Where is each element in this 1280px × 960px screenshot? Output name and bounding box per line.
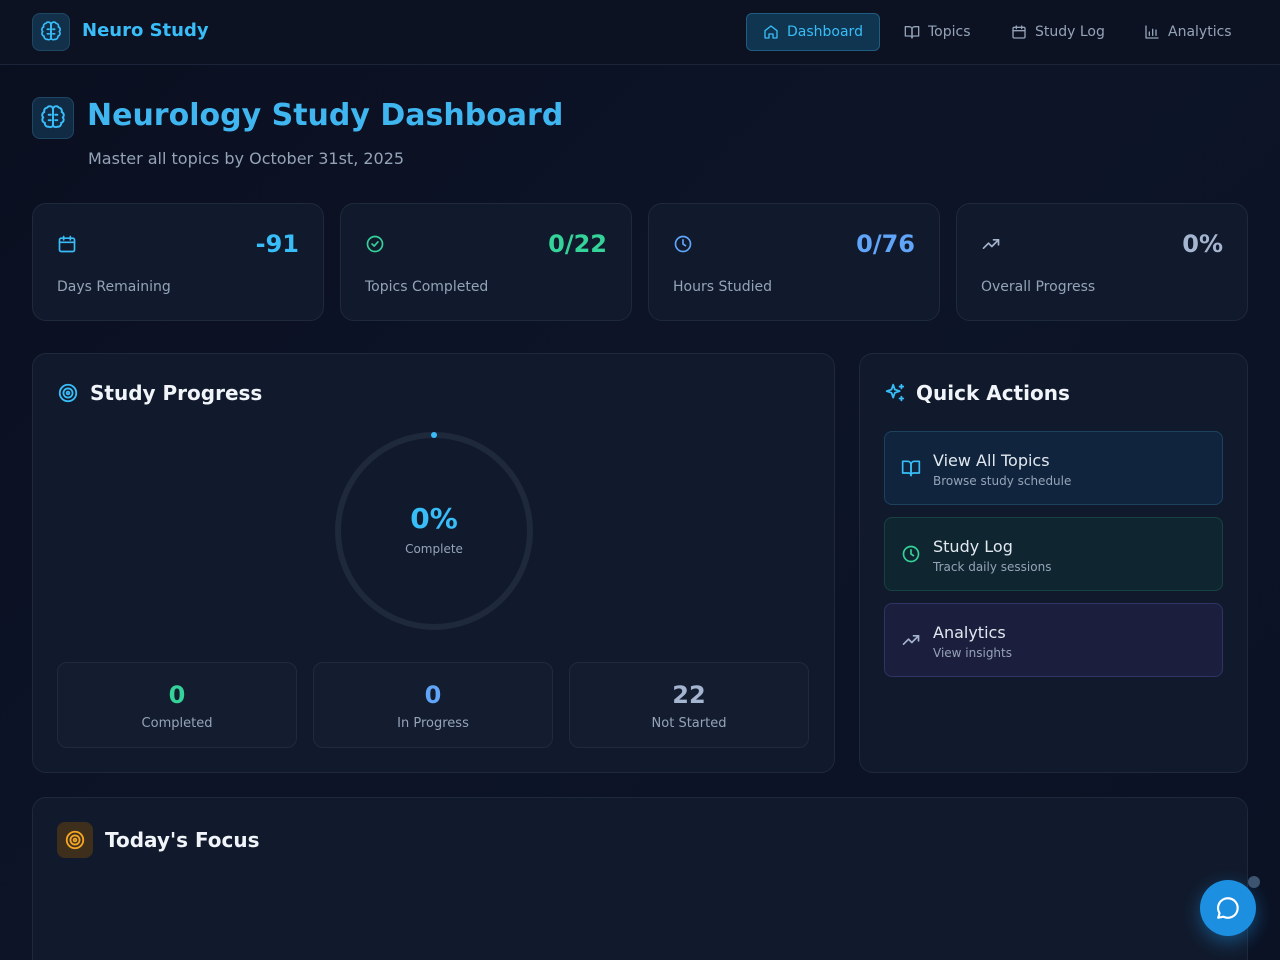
check-circle-icon [366, 235, 384, 253]
chat-bubble-icon [1216, 897, 1239, 919]
brain-icon [32, 97, 74, 139]
stat-card-overall-progress: 0% Overall Progress [956, 203, 1248, 321]
quick-actions-panel: Quick Actions View All Topics Browse stu… [859, 353, 1248, 773]
page-title: Neurology Study Dashboard [87, 98, 564, 133]
stat-value: 0/76 [856, 230, 915, 258]
nav-topics[interactable]: Topics [888, 13, 987, 51]
count-not-started: 22 Not Started [569, 662, 809, 748]
target-icon [57, 822, 93, 858]
sparkles-icon [885, 383, 905, 402]
quick-action-title: View All Topics [933, 451, 1050, 470]
bar-chart-icon [1145, 25, 1159, 39]
quick-action-analytics[interactable]: Analytics View insights [884, 603, 1223, 677]
count-label: Not Started [651, 716, 727, 731]
top-nav: Neuro Study Dashboard Topics Study Log A… [0, 0, 1280, 65]
panel-title: Today's Focus [105, 828, 260, 852]
quick-action-title: Analytics [933, 623, 1006, 642]
nav-label: Topics [928, 24, 971, 40]
count-in-progress: 0 In Progress [313, 662, 553, 748]
stat-label: Days Remaining [57, 279, 171, 295]
stat-label: Topics Completed [365, 279, 489, 295]
quick-action-subtitle: View insights [933, 646, 1012, 660]
panel-title: Study Progress [90, 381, 263, 405]
nav-analytics[interactable]: Analytics [1128, 13, 1248, 51]
brain-icon[interactable] [32, 13, 70, 51]
count-value: 0 [168, 681, 186, 709]
nav-study-log[interactable]: Study Log [995, 13, 1121, 51]
stat-value: 0/22 [548, 230, 607, 258]
book-open-icon [904, 26, 920, 39]
study-progress-panel: Study Progress 0% Complete 0 Completed 0… [32, 353, 835, 773]
page-subtitle: Master all topics by October 31st, 2025 [88, 149, 405, 168]
target-icon [58, 383, 78, 403]
count-label: Completed [141, 716, 213, 731]
todays-focus-panel: Today's Focus [32, 797, 1248, 960]
home-icon [764, 25, 778, 39]
progress-ring: 0% Complete [333, 430, 535, 632]
nav-label: Analytics [1168, 24, 1232, 40]
book-open-icon [901, 460, 921, 477]
quick-action-title: Study Log [933, 537, 1013, 556]
nav-label: Dashboard [787, 24, 863, 40]
clock-icon [674, 235, 692, 253]
count-completed: 0 Completed [57, 662, 297, 748]
quick-action-subtitle: Browse study schedule [933, 474, 1072, 488]
stat-label: Overall Progress [981, 279, 1096, 295]
stat-value: -91 [255, 230, 299, 258]
chat-button[interactable] [1200, 880, 1256, 936]
calendar-icon [58, 235, 76, 253]
nav-label: Study Log [1035, 24, 1105, 40]
nav-dashboard[interactable]: Dashboard [746, 13, 880, 51]
stat-card-hours-studied: 0/76 Hours Studied [648, 203, 940, 321]
stat-label: Hours Studied [673, 279, 772, 295]
quick-action-view-all-topics[interactable]: View All Topics Browse study schedule [884, 431, 1223, 505]
notification-dot [1248, 876, 1260, 888]
clock-icon [902, 545, 920, 563]
trending-up-icon [982, 239, 1000, 249]
stat-card-topics-completed: 0/22 Topics Completed [340, 203, 632, 321]
progress-caption: Complete [405, 542, 463, 556]
count-value: 0 [424, 681, 442, 709]
brand-name[interactable]: Neuro Study [82, 20, 209, 41]
quick-action-study-log[interactable]: Study Log Track daily sessions [884, 517, 1223, 591]
calendar-icon [1012, 25, 1026, 39]
stat-card-days-remaining: -91 Days Remaining [32, 203, 324, 321]
count-value: 22 [672, 681, 706, 709]
trending-up-icon [902, 635, 920, 645]
count-label: In Progress [397, 716, 469, 731]
stat-value: 0% [1182, 230, 1223, 258]
progress-percent: 0% [410, 502, 458, 535]
panel-title: Quick Actions [916, 381, 1070, 405]
quick-action-subtitle: Track daily sessions [933, 560, 1052, 574]
